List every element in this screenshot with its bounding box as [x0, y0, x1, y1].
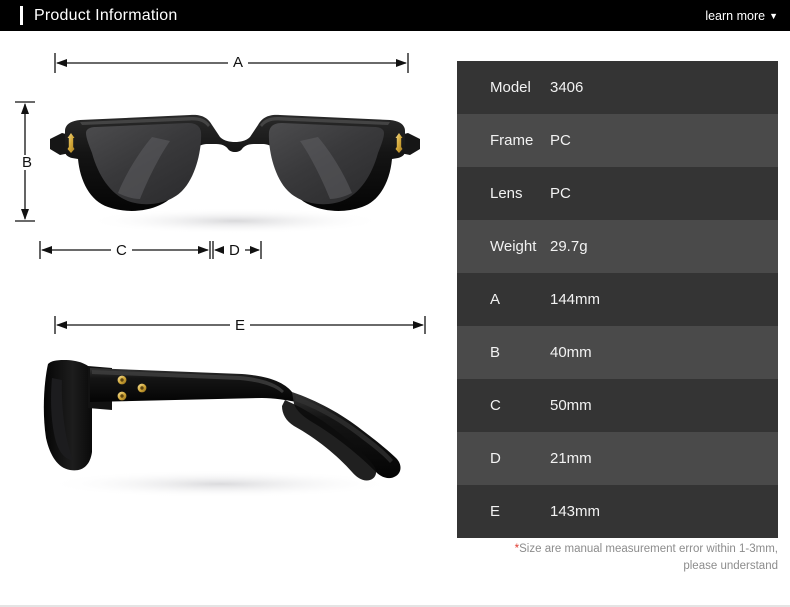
spec-key: D [490, 450, 501, 467]
gold-rivet-top-icon [117, 375, 127, 385]
table-row: A 144mm [457, 273, 778, 326]
disclaimer-line-2: please understand [683, 559, 778, 572]
spec-key: Lens [490, 185, 523, 202]
table-row: C 50mm [457, 379, 778, 432]
dimension-label-C: C [111, 243, 132, 258]
measurement-disclaimer: *Size are manual measurement error withi… [450, 541, 778, 574]
spec-value: 143mm [550, 503, 601, 520]
gold-rivet-bottom-icon [117, 391, 127, 401]
table-row: D 21mm [457, 432, 778, 485]
spec-key: E [490, 503, 501, 520]
dimension-label-E: E [230, 318, 251, 333]
product-diagram-panel: A B C D E [0, 31, 452, 605]
specification-table: Model 3406 Frame PC Lens PC Weight 29.7g… [457, 61, 778, 538]
dimension-label-B: B [17, 155, 38, 170]
table-row: B 40mm [457, 326, 778, 379]
spec-value: 40mm [550, 344, 592, 361]
disclaimer-line-1: Size are manual measurement error within… [519, 543, 778, 555]
spec-key: A [490, 291, 501, 308]
spec-value: 144mm [550, 291, 601, 308]
spec-key: Frame [490, 132, 534, 149]
spec-value: 3406 [550, 79, 584, 96]
spec-value: 50mm [550, 397, 592, 414]
sunglasses-side-view-image [43, 360, 401, 498]
spec-value: 21mm [550, 450, 592, 467]
table-row: Weight 29.7g [457, 220, 778, 273]
table-row: Frame PC [457, 114, 778, 167]
spec-key: Weight [490, 238, 537, 255]
table-row: Model 3406 [457, 61, 778, 114]
sunglasses-front-view-image [50, 114, 420, 234]
dimension-label-A: A [228, 55, 249, 70]
dimension-label-D: D [224, 243, 245, 258]
spec-key: B [490, 344, 501, 361]
spec-key: Model [490, 79, 531, 96]
spec-value: PC [550, 132, 571, 149]
learn-more-label: learn more [705, 8, 766, 23]
spec-value: 29.7g [550, 238, 588, 255]
page-header: Product Information learn more ▼ [0, 0, 790, 31]
spec-key: C [490, 397, 501, 414]
spec-value: PC [550, 185, 571, 202]
chevron-down-icon: ▼ [769, 11, 778, 21]
header-accent-bar [20, 6, 23, 25]
table-row: E 143mm [457, 485, 778, 538]
page-title: Product Information [34, 6, 178, 24]
learn-more-button[interactable]: learn more ▼ [705, 9, 778, 23]
table-row: Lens PC [457, 167, 778, 220]
gold-rivet-side-icon [137, 383, 147, 393]
